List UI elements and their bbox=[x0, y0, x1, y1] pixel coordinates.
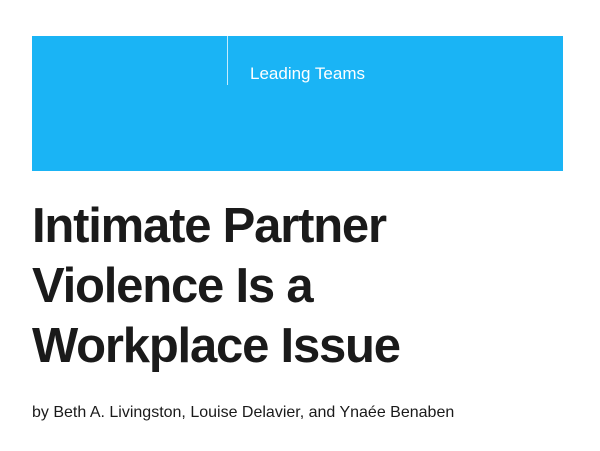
article-title-line-2: Violence Is a bbox=[32, 259, 314, 313]
banner-divider bbox=[227, 36, 228, 85]
article-title-line-1: Intimate Partner bbox=[32, 199, 387, 253]
article-byline: by Beth A. Livingston, Louise Delavier, … bbox=[32, 404, 455, 421]
section-label[interactable]: Leading Teams bbox=[250, 64, 365, 84]
article-title-line-3: Workplace Issue bbox=[32, 319, 401, 373]
article-title: Intimate Partner Violence Is a Workplace… bbox=[32, 196, 572, 376]
section-banner: Leading Teams bbox=[32, 36, 563, 171]
